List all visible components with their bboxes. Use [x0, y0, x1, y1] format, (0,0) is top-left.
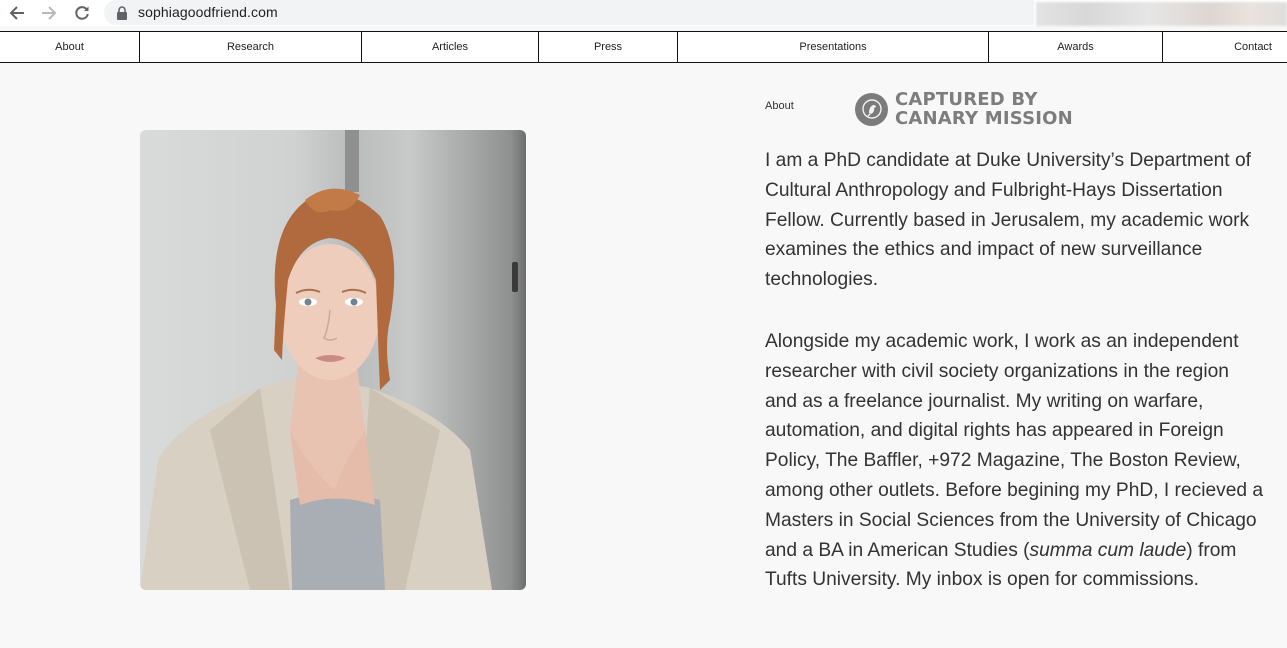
nav-item-research[interactable]: Research [139, 32, 361, 62]
canary-bird-icon [855, 92, 888, 126]
portrait-photo [140, 130, 526, 590]
address-bar[interactable]: sophiagoodfriend.com [104, 0, 1034, 25]
bio-text: I am a PhD candidate at Duke University’… [765, 146, 1265, 595]
nav-item-label: Awards [1057, 41, 1094, 53]
url-text: sophiagoodfriend.com [138, 4, 278, 20]
blurred-extensions-area [1036, 2, 1287, 26]
nav-item-label: Research [226, 41, 275, 53]
nav-item-label: Presentations [799, 41, 867, 53]
browser-toolbar: sophiagoodfriend.com [0, 0, 1287, 26]
canary-mission-logo: CAPTURED BY CANARY MISSION [855, 90, 1073, 128]
logo-line-2: CANARY MISSION [895, 108, 1073, 129]
nav-item-label: Articles [431, 41, 469, 53]
section-label: About [765, 100, 794, 112]
nav-item-press[interactable]: Press [538, 32, 677, 62]
nav-item-articles[interactable]: Articles [361, 32, 538, 62]
site-navigation: About Research Articles Press Presentati… [0, 31, 1287, 63]
bio-paragraph-1: I am a PhD candidate at Duke University’… [765, 150, 1251, 291]
nav-item-presentations[interactable]: Presentations [677, 32, 988, 62]
portrait-illustration [140, 130, 518, 590]
back-arrow-icon[interactable] [6, 2, 28, 24]
nav-item-contact[interactable]: Contact [1162, 32, 1287, 62]
logo-line-1: CAPTURED BY [895, 89, 1038, 110]
bio-paragraph-2-text: Alongside my academic work, I work as an… [765, 330, 1264, 561]
bio-italic-phrase: summa cum laude [1029, 539, 1187, 561]
nav-item-label: About [55, 41, 84, 53]
bio-paragraph-2: Alongside my academic work, I work as an… [765, 327, 1265, 595]
nav-item-label: Contact [1234, 41, 1272, 53]
nav-item-label: Press [593, 41, 623, 53]
nav-item-about[interactable]: About [0, 32, 139, 62]
lock-icon [117, 6, 127, 20]
nav-item-awards[interactable]: Awards [988, 32, 1162, 62]
forward-arrow-icon[interactable] [38, 2, 60, 24]
reload-icon[interactable] [71, 2, 93, 24]
